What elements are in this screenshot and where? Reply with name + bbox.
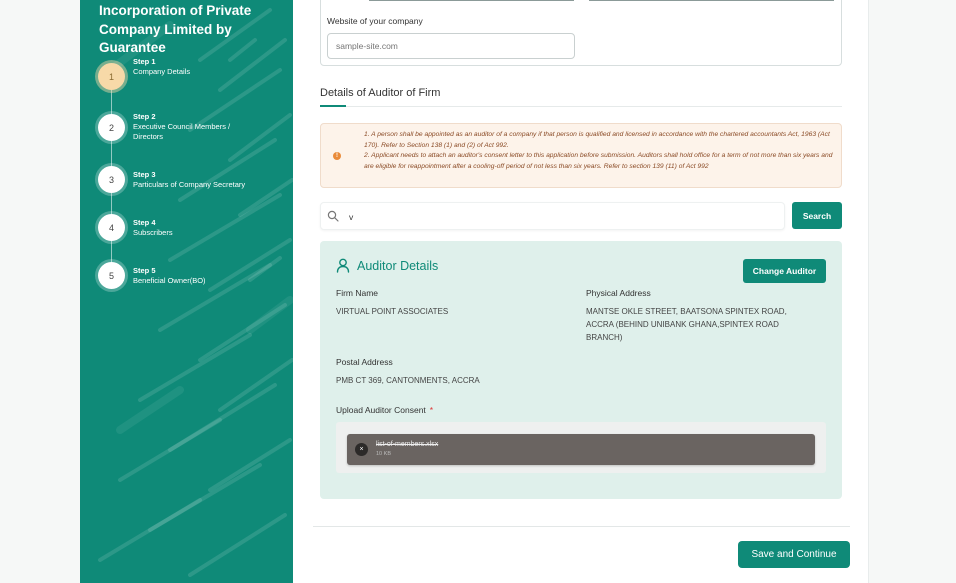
step-4[interactable]: 4 Step 4 Subscribers — [98, 214, 288, 244]
step-name: Subscribers — [133, 228, 173, 237]
step-name: Particulars of Company Secretary — [133, 180, 246, 189]
step-number: 2 — [98, 114, 125, 141]
change-auditor-button[interactable]: Change Auditor — [743, 259, 826, 283]
auditor-details-title: Auditor Details — [357, 259, 439, 273]
step-5[interactable]: 5 Step 5 Beneficial Owner(BO) — [98, 262, 288, 292]
auditor-search — [320, 202, 785, 230]
search-input[interactable] — [349, 212, 749, 222]
upload-consent-label: Upload Auditor Consent * — [336, 405, 433, 415]
postal-address-label: Postal Address — [336, 357, 393, 367]
step-name: Beneficial Owner(BO) — [133, 276, 206, 285]
step-3[interactable]: 3 Step 3 Particulars of Company Secretary — [98, 166, 288, 196]
step-label: Step 3 — [133, 170, 156, 179]
upload-dropzone[interactable]: × list-of-members.xlsx 10 KB — [336, 422, 826, 473]
firm-name-value: VIRTUAL POINT ASSOCIATES — [336, 307, 449, 316]
step-number: 3 — [98, 166, 125, 193]
sidebar-title: Incorporation of Private Company Limited… — [99, 3, 252, 55]
uploaded-file: × list-of-members.xlsx 10 KB — [347, 434, 815, 465]
save-and-continue-button[interactable]: Save and Continue — [738, 541, 850, 568]
footer-divider — [313, 526, 850, 527]
warning-icon: ! — [333, 152, 341, 160]
step-1[interactable]: 1 Step 1 Company Details — [98, 57, 288, 93]
step-number: 5 — [98, 262, 125, 289]
step-label: Step 5 — [133, 266, 156, 275]
postal-address-value: PMB CT 369, CANTONMENTS, ACCRA — [336, 376, 480, 385]
step-number: 1 — [98, 63, 125, 90]
notice-item: 1. A person shall be appointed as an aud… — [364, 131, 830, 149]
file-name: list-of-members.xlsx — [376, 441, 439, 448]
field-border-fragment — [589, 0, 834, 1]
upload-consent-text: Upload Auditor Consent — [336, 405, 426, 415]
step-label: Step 4 — [133, 218, 156, 227]
section-divider — [320, 105, 842, 107]
step-label: Step 1 — [133, 57, 156, 66]
auditor-details-card: Auditor Details Change Auditor Firm Name… — [320, 241, 842, 499]
notice-list: 1. A person shall be appointed as an aud… — [364, 130, 834, 172]
sidebar: Incorporation of Private Company Limited… — [80, 0, 293, 583]
physical-address-label: Physical Address — [586, 288, 651, 298]
website-input[interactable] — [327, 33, 575, 59]
website-label: Website of your company — [327, 16, 423, 26]
section-title: Details of Auditor of Firm — [320, 87, 441, 99]
auditor-notice: ! 1. A person shall be appointed as an a… — [320, 123, 842, 188]
step-label: Step 2 — [133, 112, 156, 121]
field-border-fragment — [369, 0, 574, 1]
search-button[interactable]: Search — [792, 202, 842, 229]
required-mark: * — [429, 405, 434, 415]
user-icon — [336, 258, 350, 273]
file-size: 10 KB — [376, 451, 391, 457]
step-name: Executive Council Members / Directors — [133, 122, 231, 141]
step-name: Company Details — [133, 67, 191, 76]
page-edge — [868, 0, 869, 583]
step-number: 4 — [98, 214, 125, 241]
notice-item: 2. Applicant needs to attach an auditor'… — [364, 152, 833, 170]
step-2[interactable]: 2 Step 2 Executive Council Members / Dire… — [98, 112, 288, 144]
search-icon — [327, 210, 339, 222]
company-website-card: Website of your company — [320, 0, 842, 66]
main-panel: Website of your company Details of Audit… — [293, 0, 868, 583]
remove-file-icon[interactable]: × — [355, 443, 368, 456]
firm-name-label: Firm Name — [336, 288, 379, 298]
physical-address-value: MANTSE OKLE STREET, BAATSONA SPINTEX ROA… — [586, 307, 787, 342]
